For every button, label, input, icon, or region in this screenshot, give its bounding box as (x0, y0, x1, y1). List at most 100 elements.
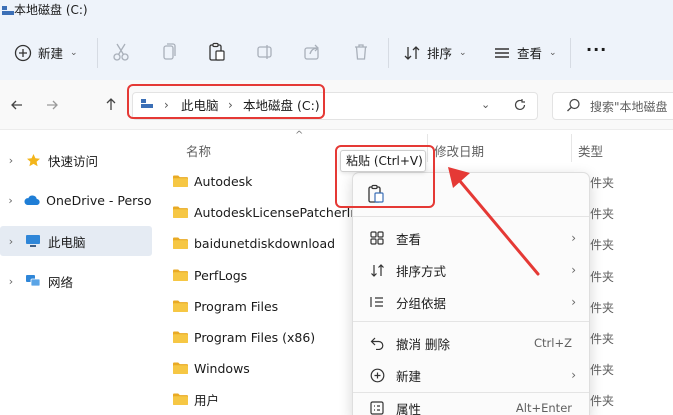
file-name: Program Files (194, 298, 279, 314)
sort-indicator-icon: ^ (295, 130, 304, 141)
copy-icon (163, 43, 176, 60)
sort-icon (366, 263, 388, 278)
rename-button[interactable] (256, 42, 274, 62)
share-button[interactable] (303, 42, 321, 62)
chevron-right-icon: › (571, 263, 576, 277)
file-type: 件夹 (590, 270, 615, 284)
sidebar-item-this-pc[interactable]: › 此电脑 (0, 226, 152, 256)
folder-icon (173, 206, 188, 218)
chevron-right-icon[interactable]: › (0, 194, 21, 207)
file-type: 件夹 (590, 332, 615, 346)
paste-button[interactable] (208, 42, 226, 62)
forward-arrow-icon[interactable] (45, 98, 59, 112)
file-type: 件夹 (590, 238, 615, 252)
menu-divider (353, 392, 589, 393)
new-button-label: 新建 (38, 46, 64, 61)
grid-icon (366, 231, 388, 245)
properties-icon (366, 401, 388, 415)
folder-icon (173, 393, 188, 405)
file-name: 用户 (194, 392, 220, 408)
sidebar-item-label: 网络 (48, 274, 74, 290)
file-name: PerfLogs (194, 267, 248, 283)
sidebar-item-quick-access[interactable]: › 快速访问 (0, 145, 152, 175)
toolbar-divider (388, 38, 389, 68)
annotation-arrow-icon (448, 167, 540, 276)
menu-item-label: 属性 (396, 401, 422, 415)
cloud-icon (21, 194, 42, 206)
folder-icon (173, 300, 188, 312)
view-button-label: 查看 (517, 46, 543, 61)
menu-item-new[interactable]: 新建 › (366, 361, 586, 389)
sidebar-item-label: OneDrive - Persor (46, 192, 152, 208)
folder-icon (173, 237, 188, 249)
menu-divider (353, 321, 589, 322)
plus-circle-icon (366, 368, 388, 383)
sort-button-label: 排序 (427, 46, 453, 61)
sort-icon (404, 45, 420, 60)
chevron-right-icon[interactable]: › (0, 235, 22, 248)
clipboard-icon (209, 42, 225, 61)
new-button[interactable]: 新建 ⌄ (14, 43, 78, 62)
chevron-down-icon: ⌄ (459, 47, 467, 58)
file-type: 件夹 (590, 176, 615, 190)
file-type: 件夹 (590, 207, 615, 221)
column-divider[interactable] (571, 134, 572, 162)
trash-icon (355, 44, 367, 60)
menu-item-shortcut: Alt+Enter (515, 401, 572, 415)
view-button[interactable]: 查看 ⌄ (493, 43, 557, 62)
chevron-down-icon: ⌄ (549, 47, 557, 58)
file-type: 件夹 (590, 394, 615, 408)
folder-icon (173, 362, 188, 374)
monitor-icon (22, 234, 44, 248)
folder-icon (173, 331, 188, 343)
menu-item-label: 撤消 删除 (396, 336, 450, 352)
chevron-down-icon: ⌄ (70, 47, 78, 58)
annotation-highlight-paste (335, 145, 435, 208)
chevron-right-icon[interactable]: › (0, 154, 22, 167)
menu-item-undo-delete[interactable]: 撤消 删除 Ctrl+Z (366, 329, 586, 357)
column-header-type[interactable]: 类型 (578, 141, 603, 160)
back-arrow-icon[interactable] (10, 98, 24, 112)
folder-icon (173, 175, 188, 187)
cut-button[interactable] (112, 42, 130, 62)
undo-icon (366, 336, 388, 350)
file-name: baidunetdiskdownload (194, 235, 336, 251)
search-input[interactable]: 搜索"本地磁盘 (590, 98, 668, 115)
star-icon (22, 153, 44, 168)
menu-item-group-by[interactable]: 分组依据 › (366, 288, 586, 316)
delete-button[interactable] (352, 42, 370, 62)
view-icon (495, 47, 509, 58)
folder-icon (173, 269, 188, 281)
group-icon (366, 295, 388, 309)
menu-item-label: 分组依据 (396, 295, 447, 311)
search-icon (567, 98, 580, 112)
chevron-right-icon: › (571, 295, 576, 309)
toolbar-divider (97, 38, 98, 68)
chevron-right-icon: › (571, 368, 576, 382)
column-header-date[interactable]: 修改日期 (434, 141, 484, 160)
title-bar (0, 0, 673, 24)
share-icon (304, 44, 319, 60)
file-type: 件夹 (590, 363, 615, 377)
menu-item-properties[interactable]: 属性 Alt+Enter (366, 394, 586, 415)
network-icon (22, 274, 44, 288)
up-arrow-icon[interactable] (104, 97, 118, 111)
toolbar-divider (570, 38, 571, 68)
chevron-right-icon[interactable]: › (0, 275, 22, 288)
file-type: 件夹 (590, 301, 615, 315)
sidebar-item-onedrive[interactable]: › OneDrive - Persor (0, 185, 152, 215)
chevron-down-icon[interactable]: ⌄ (481, 98, 490, 111)
annotation-highlight-address (127, 84, 325, 119)
menu-item-label: 新建 (396, 368, 422, 384)
window-title: 本地磁盘 (C:) (14, 3, 88, 17)
sidebar-item-label: 快速访问 (48, 153, 99, 169)
file-name: Windows (194, 360, 250, 376)
scissors-icon (113, 43, 129, 61)
more-options-button[interactable]: ··· (586, 40, 607, 59)
refresh-icon[interactable] (513, 98, 527, 112)
sort-button[interactable]: 排序 ⌄ (403, 43, 467, 62)
copy-button[interactable] (161, 42, 177, 62)
sidebar-item-network[interactable]: › 网络 (0, 266, 152, 296)
column-header-name[interactable]: 名称 (186, 141, 211, 160)
rename-icon (257, 45, 272, 59)
